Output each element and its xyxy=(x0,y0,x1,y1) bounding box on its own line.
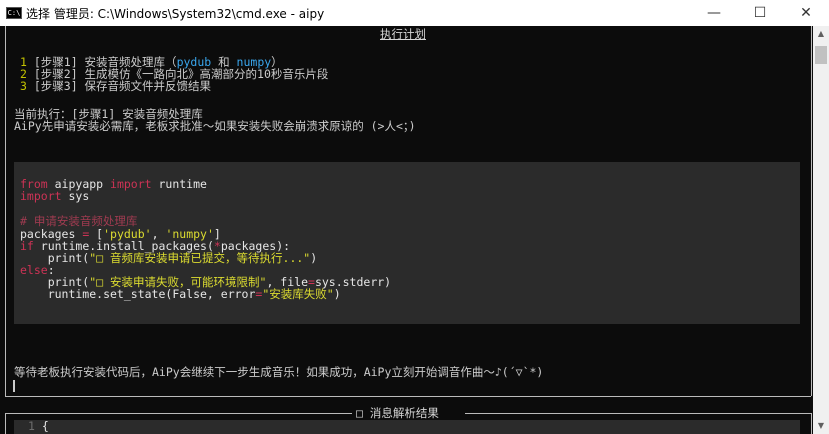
plan-step-3: 3 [步骤3] 保存音频文件并反馈结果 xyxy=(20,80,211,93)
maximize-button[interactable]: ☐ xyxy=(737,0,783,26)
step-number: 3 xyxy=(20,79,27,93)
current-step-note: AiPy先申请安装必需库，老板求批准～如果安装失败会崩溃求原谅的 (>人<；) xyxy=(14,119,416,133)
frame-border-bottom xyxy=(5,396,811,397)
panel-border-right xyxy=(811,413,812,434)
scroll-thumb[interactable] xyxy=(815,46,827,64)
window-title: 选择 管理员: C:\Windows\System32\cmd.exe - ai… xyxy=(26,6,325,21)
code-line-6: print("□ 音频库安装申请已提交，等待执行...") xyxy=(20,252,317,265)
console-output[interactable]: 执行计划 1 [步骤1] 安装音频处理库（pydub 和 numpy） 2 [步… xyxy=(0,26,813,434)
code-line-9: runtime.set_state(False, error="安装库失败") xyxy=(20,288,341,301)
scroll-up-arrow-icon[interactable]: ▲ xyxy=(813,26,829,42)
panel-border-left xyxy=(5,413,6,434)
panel-title: □ 消息解析结果 xyxy=(352,407,443,420)
panel-border-top-right xyxy=(465,413,811,414)
frame-border-left xyxy=(5,26,6,396)
line-number: 1 xyxy=(28,419,35,433)
json-text: { xyxy=(34,419,49,433)
code-token: import xyxy=(20,189,62,203)
scroll-down-arrow-icon[interactable]: ▼ xyxy=(813,418,829,434)
plan-title: 执行计划 xyxy=(380,27,426,41)
code-line-2: import sys xyxy=(20,190,89,203)
panel-border-top-left xyxy=(5,413,353,414)
code-line-comment: # 申请安装音频处理库 xyxy=(20,214,138,228)
footer-message: 等待老板执行安装代码后，AiPy会继续下一步生成音乐！如果成功，AiPy立刻开始… xyxy=(14,365,544,379)
code-token: runtime xyxy=(151,177,207,191)
code-token: runtime.set_state(False, error xyxy=(20,287,256,301)
step-text: [步骤3] 保存音频文件并反馈结果 xyxy=(26,79,212,93)
code-token: import xyxy=(110,177,152,191)
code-token: ) xyxy=(310,251,318,265)
text-cursor xyxy=(13,380,15,392)
frame-border-right xyxy=(811,26,812,396)
json-block[interactable]: 1 { xyxy=(14,420,800,434)
vertical-scrollbar[interactable]: ▲ ▼ xyxy=(813,26,829,434)
code-token: "□ 音频库安装申请已提交，等待执行..." xyxy=(89,251,311,265)
window-titlebar: C:\ 选择 管理员: C:\Windows\System32\cmd.exe … xyxy=(0,0,829,26)
code-token: sys xyxy=(61,189,90,203)
code-token: ) xyxy=(333,287,341,301)
json-line-1: 1 { xyxy=(28,420,49,433)
code-block[interactable]: from aipyapp import runtime import sys #… xyxy=(14,162,800,324)
minimize-button[interactable]: — xyxy=(691,0,737,26)
cmd-app-icon[interactable]: C:\ xyxy=(6,7,22,19)
code-token: "安装库失败" xyxy=(262,287,334,301)
close-button[interactable]: ✕ xyxy=(783,0,829,26)
